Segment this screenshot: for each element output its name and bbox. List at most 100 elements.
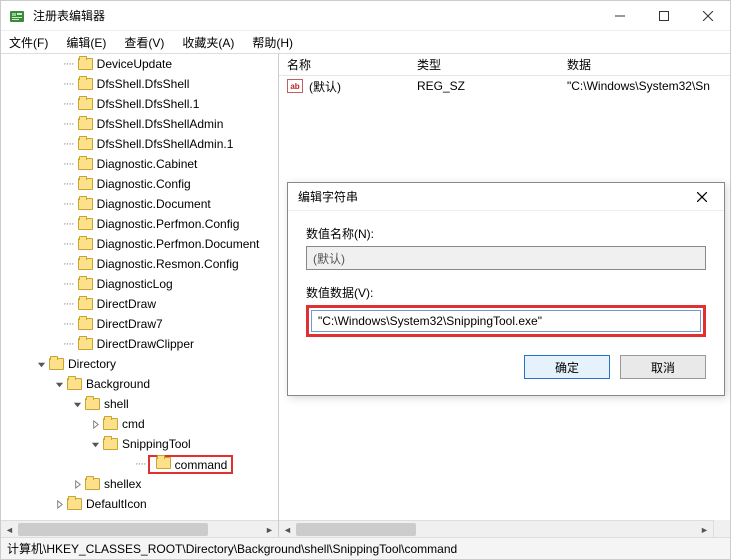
tree-label: Diagnostic.Perfmon.Document: [97, 237, 260, 251]
tree-label: DfsShell.DfsShellAdmin.1: [97, 137, 234, 151]
ok-button[interactable]: 确定: [524, 355, 610, 379]
folder-icon: [78, 338, 93, 350]
tree-item[interactable]: shellex: [1, 474, 278, 494]
tree-label: SnippingTool: [122, 437, 191, 451]
scroll-right-icon[interactable]: ►: [696, 521, 713, 538]
tree-item[interactable]: ····DirectDraw: [1, 294, 278, 314]
grid-row[interactable]: ab (默认) REG_SZ "C:\Windows\System32\Sn: [279, 76, 730, 96]
tree-connector: ····: [63, 198, 74, 210]
folder-icon: [78, 58, 93, 70]
tree-connector: ····: [63, 178, 74, 190]
tree-item[interactable]: ····Diagnostic.Cabinet: [1, 154, 278, 174]
menu-edit[interactable]: 编辑(E): [64, 32, 108, 53]
tree-item[interactable]: ····DfsShell.DfsShellAdmin: [1, 114, 278, 134]
folder-icon: [78, 278, 93, 290]
value-type: REG_SZ: [409, 79, 559, 93]
tree-item[interactable]: ····Diagnostic.Document: [1, 194, 278, 214]
tree-item[interactable]: Background: [1, 374, 278, 394]
tree-item[interactable]: ···· Diagnostic.Resmon.Config: [1, 254, 278, 274]
tree-connector: ····: [63, 58, 74, 70]
cancel-button[interactable]: 取消: [620, 355, 706, 379]
tree-connector: ····: [63, 118, 74, 130]
tree-label: Diagnostic.Resmon.Config: [97, 257, 239, 271]
tree-item[interactable]: cmd: [1, 414, 278, 434]
value-data-highlight: [306, 305, 706, 337]
scroll-right-icon[interactable]: ►: [261, 521, 278, 538]
tree-label: Directory: [68, 357, 116, 371]
scroll-left-icon[interactable]: ◄: [279, 521, 296, 538]
tree-item[interactable]: ····DeviceUpdate: [1, 54, 278, 74]
tree-item[interactable]: ····DirectDraw7: [1, 314, 278, 334]
folder-icon: [156, 457, 171, 469]
tree-item[interactable]: ····DiagnosticLog: [1, 274, 278, 294]
chevron-down-icon[interactable]: [53, 380, 65, 389]
chevron-down-icon[interactable]: [71, 400, 83, 409]
column-data[interactable]: 数据: [559, 56, 730, 73]
tree-label: shell: [104, 397, 129, 411]
tree-label: cmd: [122, 417, 145, 431]
tree-label: DfsShell.DfsShell.1: [97, 97, 200, 111]
tree-connector: ····: [63, 238, 74, 250]
menu-file[interactable]: 文件(F): [7, 32, 50, 53]
menu-view[interactable]: 查看(V): [122, 32, 166, 53]
folder-icon: [67, 378, 82, 390]
close-button[interactable]: [686, 1, 730, 31]
tree-horizontal-scrollbar[interactable]: ◄ ►: [1, 520, 278, 537]
chevron-down-icon[interactable]: [89, 440, 101, 449]
tree-connector: ····: [63, 138, 74, 150]
registry-tree[interactable]: ····DeviceUpdate····DfsShell.DfsShell···…: [1, 54, 278, 520]
tree-label: Background: [86, 377, 150, 391]
tree-item[interactable]: ····command: [1, 454, 278, 474]
tree-item[interactable]: ····DirectDrawClipper: [1, 334, 278, 354]
tree-item[interactable]: ···· Diagnostic.Perfmon.Document: [1, 234, 278, 254]
tree-label: command: [175, 458, 228, 472]
app-icon: [9, 8, 25, 24]
chevron-right-icon[interactable]: [89, 420, 101, 429]
values-horizontal-scrollbar[interactable]: ◄ ►: [279, 520, 713, 537]
value-data-label: 数值数据(V):: [306, 284, 706, 301]
value-data: "C:\Windows\System32\Sn: [559, 79, 730, 93]
chevron-down-icon[interactable]: [35, 360, 47, 369]
dialog-close-button[interactable]: [690, 185, 714, 209]
tree-item[interactable]: ···· DfsShell.DfsShell.1: [1, 94, 278, 114]
folder-icon: [78, 178, 93, 190]
maximize-button[interactable]: [642, 1, 686, 31]
folder-icon: [78, 138, 93, 150]
tree-item[interactable]: ····Diagnostic.Config: [1, 174, 278, 194]
folder-icon: [103, 418, 118, 430]
dialog-title-text: 编辑字符串: [298, 188, 690, 205]
tree-pane: ····DeviceUpdate····DfsShell.DfsShell···…: [1, 54, 279, 537]
tree-item[interactable]: ····Diagnostic.Perfmon.Config: [1, 214, 278, 234]
scroll-left-icon[interactable]: ◄: [1, 521, 18, 538]
scroll-thumb[interactable]: [296, 523, 416, 536]
value-name-field: (默认): [306, 246, 706, 270]
tree-item[interactable]: ····DfsShell.DfsShell: [1, 74, 278, 94]
tree-label: DefaultIcon: [86, 497, 147, 511]
value-name: (默认): [309, 78, 341, 95]
column-type[interactable]: 类型: [409, 56, 559, 73]
chevron-right-icon[interactable]: [53, 500, 65, 509]
menu-help[interactable]: 帮助(H): [250, 32, 295, 53]
tree-item[interactable]: ···· DfsShell.DfsShellAdmin.1: [1, 134, 278, 154]
tree-item[interactable]: DefaultIcon: [1, 494, 278, 514]
menubar: 文件(F) 编辑(E) 查看(V) 收藏夹(A) 帮助(H): [1, 31, 730, 53]
folder-icon: [78, 318, 93, 330]
chevron-right-icon[interactable]: [71, 480, 83, 489]
column-name[interactable]: 名称: [279, 56, 409, 73]
value-data-input[interactable]: [311, 310, 701, 332]
tree-item[interactable]: Directory: [1, 354, 278, 374]
menu-favorites[interactable]: 收藏夹(A): [180, 32, 236, 53]
tree-connector: ····: [63, 158, 74, 170]
tree-item[interactable]: shell: [1, 394, 278, 414]
dialog-titlebar: 编辑字符串: [288, 183, 724, 211]
string-value-icon: ab: [287, 79, 303, 93]
tree-item[interactable]: SnippingTool: [1, 434, 278, 454]
minimize-button[interactable]: [598, 1, 642, 31]
folder-icon: [49, 358, 64, 370]
folder-icon: [78, 98, 93, 110]
folder-icon: [78, 78, 93, 90]
tree-connector: ····: [63, 258, 74, 270]
tree-connector: ····: [63, 98, 74, 110]
scroll-corner: [713, 520, 730, 537]
scroll-thumb[interactable]: [18, 523, 208, 536]
